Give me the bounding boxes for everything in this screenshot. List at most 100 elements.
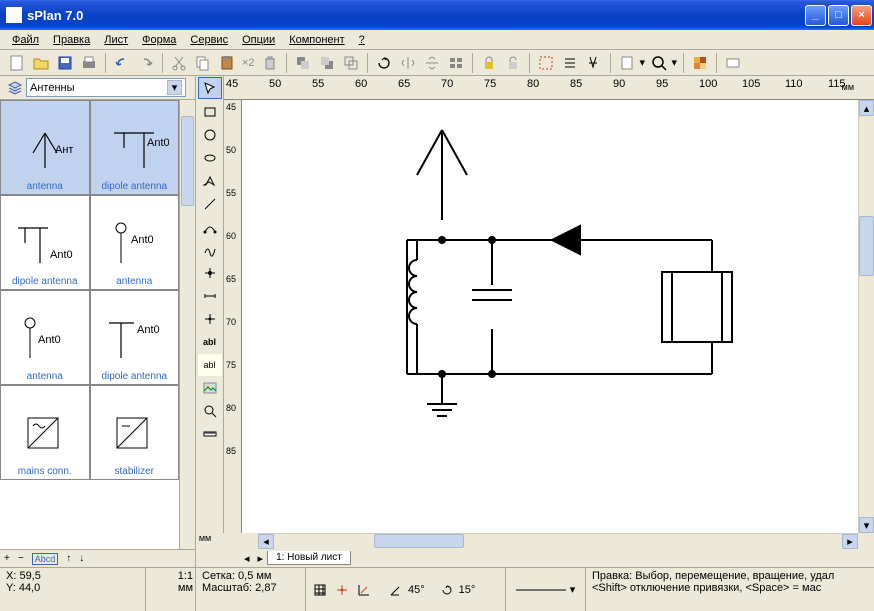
library-scrollbar[interactable] xyxy=(179,100,195,549)
redo-button[interactable] xyxy=(135,52,157,74)
unlock-button[interactable] xyxy=(502,52,524,74)
tool-bezier[interactable] xyxy=(198,216,222,238)
libctrl-plus[interactable]: + xyxy=(4,553,10,564)
library-item-antenna-1[interactable]: Ант antenna xyxy=(0,100,90,195)
tool-ellipse[interactable] xyxy=(198,147,222,169)
group-button[interactable] xyxy=(340,52,362,74)
tab-next[interactable]: ▸ xyxy=(254,552,268,565)
library-grid: Ант antenna Ant0 dipole antenna Ant0 dip… xyxy=(0,100,179,549)
minimize-button[interactable]: _ xyxy=(805,5,826,26)
zoom-button[interactable] xyxy=(648,52,670,74)
library-item-dipole-3[interactable]: Ant0 dipole antenna xyxy=(90,290,180,385)
print-button[interactable] xyxy=(78,52,100,74)
status-hint2: <Shift> отключение привязки, <Space> = м… xyxy=(592,582,868,594)
library-item-label: stabilizer xyxy=(115,466,154,477)
open-button[interactable] xyxy=(30,52,52,74)
duplicate-button[interactable]: ×2 xyxy=(240,52,257,74)
tool-palette: abl abl xyxy=(196,100,224,533)
undo-button[interactable] xyxy=(111,52,133,74)
tool-text-bold[interactable]: abl xyxy=(198,331,222,353)
window-title: sPlan 7.0 xyxy=(27,8,803,23)
tab-prev[interactable]: ◂ xyxy=(240,552,254,565)
lock-button[interactable] xyxy=(478,52,500,74)
menu-sheet[interactable]: Лист xyxy=(98,33,134,47)
origin-button[interactable] xyxy=(354,581,374,599)
menu-file[interactable]: Файл xyxy=(6,33,45,47)
libctrl-up[interactable]: ↑ xyxy=(66,553,71,564)
rotate-step-button[interactable] xyxy=(437,581,457,599)
angle-button[interactable] xyxy=(386,581,406,599)
layer-icon[interactable] xyxy=(4,78,26,98)
tool-rect[interactable] xyxy=(198,101,222,123)
libctrl-abc[interactable]: Abcd xyxy=(32,553,59,565)
search-button[interactable] xyxy=(583,52,605,74)
tool-node[interactable] xyxy=(198,262,222,284)
scroll-left-button[interactable]: ◂ xyxy=(258,534,274,549)
menu-component[interactable]: Компонент xyxy=(283,33,350,47)
horizontal-scrollbar[interactable]: ◂ ▸ xyxy=(258,533,858,549)
snap-toggle-button[interactable] xyxy=(332,581,352,599)
send-back-button[interactable] xyxy=(316,52,338,74)
canvas[interactable] xyxy=(242,100,858,533)
menu-form[interactable]: Форма xyxy=(136,33,182,47)
tool-text[interactable]: abl xyxy=(198,354,222,376)
library-item-mains[interactable]: mains conn. xyxy=(0,385,90,480)
mirror-v-button[interactable] xyxy=(421,52,443,74)
cut-button[interactable] xyxy=(168,52,190,74)
tool-select[interactable] xyxy=(198,77,222,99)
tool-image[interactable] xyxy=(198,377,222,399)
save-button[interactable] xyxy=(54,52,76,74)
line-style-preview[interactable] xyxy=(516,586,566,594)
page-button[interactable] xyxy=(616,52,638,74)
extra-button[interactable] xyxy=(722,52,744,74)
library-panel: Ант antenna Ant0 dipole antenna Ant0 dip… xyxy=(0,100,196,567)
status-hint: Правка: Выбор, перемещение, вращение, уд… xyxy=(592,570,868,582)
paste-button[interactable] xyxy=(216,52,238,74)
library-item-dipole-1[interactable]: Ant0 dipole antenna xyxy=(90,100,180,195)
new-button[interactable] xyxy=(6,52,28,74)
scroll-right-button[interactable]: ▸ xyxy=(842,534,858,549)
mirror-h-button[interactable] xyxy=(397,52,419,74)
copy-button[interactable] xyxy=(192,52,214,74)
tool-dimension[interactable] xyxy=(198,285,222,307)
library-controls: + − Abcd ↑ ↓ xyxy=(0,549,195,567)
maximize-button[interactable]: □ xyxy=(828,5,849,26)
menu-options[interactable]: Опции xyxy=(236,33,281,47)
menu-help[interactable]: ? xyxy=(353,33,371,47)
library-item-antenna-2[interactable]: Ant0 antenna xyxy=(90,195,180,290)
menu-service[interactable]: Сервис xyxy=(184,33,234,47)
snap-button[interactable] xyxy=(535,52,557,74)
scroll-up-button[interactable]: ▴ xyxy=(859,100,874,116)
libctrl-minus[interactable]: − xyxy=(18,553,24,564)
vertical-scrollbar[interactable]: ▴ ▾ xyxy=(858,100,874,533)
line-style-dropdown[interactable]: ▾ xyxy=(570,583,576,596)
tool-circle[interactable] xyxy=(198,124,222,146)
sheet-tab-1[interactable]: 1: Новый лист xyxy=(267,551,351,565)
tool-freehand[interactable] xyxy=(198,239,222,261)
scroll-down-button[interactable]: ▾ xyxy=(859,517,874,533)
tool-zoom[interactable] xyxy=(198,400,222,422)
tool-measure[interactable] xyxy=(198,423,222,445)
close-button[interactable]: × xyxy=(851,5,872,26)
tool-polygon[interactable] xyxy=(198,170,222,192)
horizontal-ruler: мм 4550556065707580859095100105110115 xyxy=(224,76,858,100)
svg-text:Ант: Ант xyxy=(55,144,73,156)
tool-line[interactable] xyxy=(198,193,222,215)
list-button[interactable] xyxy=(559,52,581,74)
libctrl-down[interactable]: ↓ xyxy=(79,553,84,564)
menu-edit[interactable]: Правка xyxy=(47,33,96,47)
tool-point[interactable] xyxy=(198,308,222,330)
rotate-button[interactable] xyxy=(373,52,395,74)
delete-button[interactable] xyxy=(259,52,281,74)
status-angle: 45° xyxy=(408,584,425,596)
library-select[interactable]: Антенны ▾ xyxy=(26,78,186,97)
library-item-antenna-3[interactable]: Ant0 antenna xyxy=(0,290,90,385)
dropdown-icon[interactable]: ▾ xyxy=(167,80,182,95)
library-item-stabilizer[interactable]: stabilizer xyxy=(90,385,180,480)
library-item-dipole-2[interactable]: Ant0 dipole antenna xyxy=(0,195,90,290)
align-button[interactable] xyxy=(445,52,467,74)
color-button[interactable] xyxy=(689,52,711,74)
bring-front-button[interactable] xyxy=(292,52,314,74)
grid-toggle-button[interactable] xyxy=(310,581,330,599)
vertical-ruler: 455055606570758085 xyxy=(224,100,242,533)
